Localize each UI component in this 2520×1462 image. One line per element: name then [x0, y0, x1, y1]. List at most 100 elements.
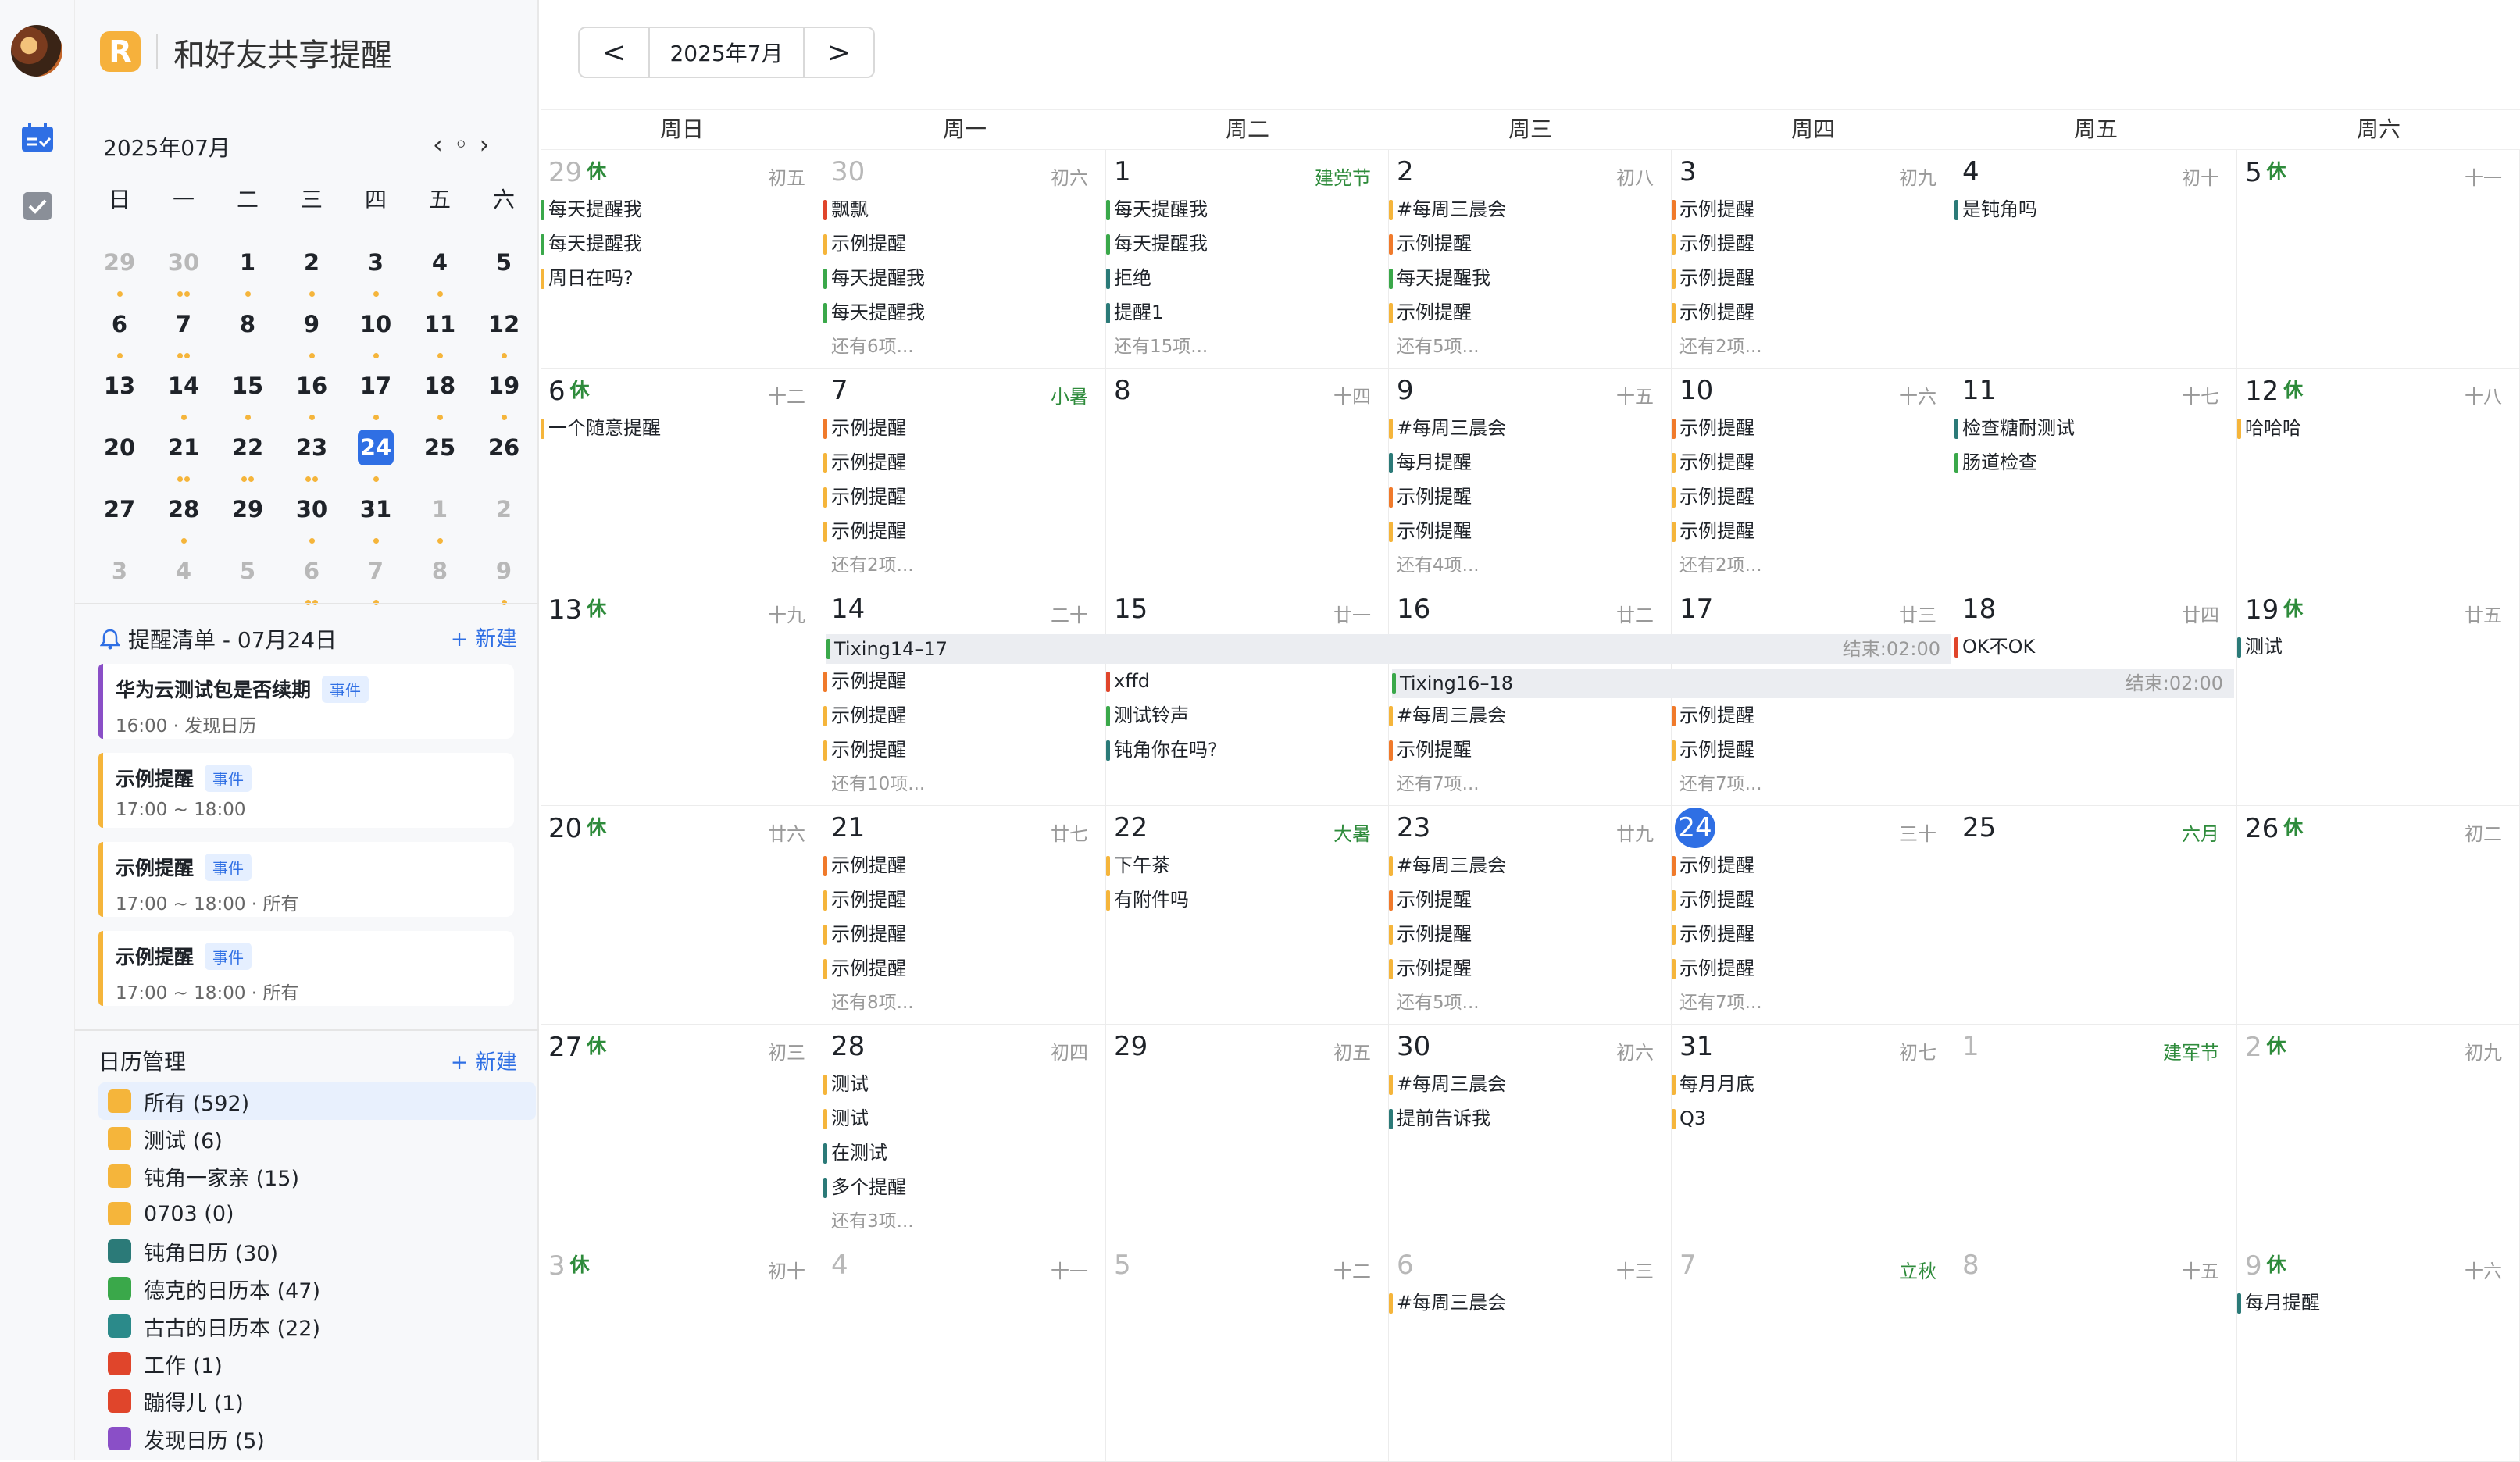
more-events-link[interactable]: 还有2项...	[1672, 330, 1949, 364]
event-item[interactable]: 示例提醒	[823, 917, 1101, 951]
day-cell[interactable]: 29 初五	[1106, 1025, 1389, 1243]
more-events-link[interactable]: 还有7项...	[1389, 767, 1666, 801]
mini-day[interactable]: 27	[87, 488, 152, 550]
event-item[interactable]: 下午茶	[1106, 848, 1383, 883]
event-item[interactable]: 示例提醒	[1672, 411, 1949, 445]
event-item[interactable]: 提醒1	[1106, 295, 1383, 330]
event-item[interactable]: 测试铃声	[1106, 698, 1383, 733]
event-item[interactable]: 示例提醒	[1389, 226, 1666, 261]
day-cell[interactable]: 14 二十 示例提醒 示例提醒 示例提醒 还有10项...	[823, 587, 1106, 805]
event-item[interactable]: 示例提醒	[1389, 951, 1666, 986]
event-item[interactable]: 提前告诉我	[1389, 1101, 1666, 1136]
calendar-item[interactable]: 钝角日历 (30)	[98, 1232, 536, 1270]
day-cell[interactable]: 20 休 廿六	[541, 806, 823, 1024]
mini-today-button[interactable]: ◦	[454, 130, 469, 159]
mini-day[interactable]: 22	[216, 426, 280, 488]
event-item[interactable]: 示例提醒	[823, 664, 1101, 698]
mini-day[interactable]: 1	[216, 241, 280, 303]
mini-day[interactable]: 25	[408, 426, 472, 488]
event-item[interactable]: 示例提醒	[823, 445, 1101, 480]
mini-day[interactable]: 23	[280, 426, 344, 488]
calendar-item[interactable]: 蹦得儿 (1)	[98, 1382, 536, 1420]
day-cell[interactable]: 3 休 初十	[541, 1243, 823, 1461]
event-item[interactable]: 示例提醒	[1389, 480, 1666, 514]
event-item[interactable]: 示例提醒	[1389, 883, 1666, 917]
event-item[interactable]: 示例提醒	[823, 883, 1101, 917]
mini-day[interactable]: 26	[472, 426, 536, 488]
day-cell[interactable]: 1 建军节	[1954, 1025, 2237, 1243]
prev-month-button[interactable]: <	[580, 28, 648, 77]
day-cell[interactable]: 30 初六 #每周三晨会 提前告诉我	[1389, 1025, 1672, 1243]
event-item[interactable]: 哈哈哈	[2237, 411, 2515, 445]
event-item[interactable]: 示例提醒	[1672, 848, 1949, 883]
more-events-link[interactable]: 还有2项...	[823, 548, 1101, 583]
mini-day[interactable]: 30	[152, 241, 216, 303]
day-cell[interactable]: 5 十二	[1106, 1243, 1389, 1461]
event-item[interactable]: 示例提醒	[1672, 192, 1949, 226]
more-events-link[interactable]: 还有6项...	[823, 330, 1101, 364]
mini-day[interactable]: 3	[344, 241, 408, 303]
event-item[interactable]: 每天提醒我	[823, 261, 1101, 295]
event-item[interactable]: 示例提醒	[823, 411, 1101, 445]
calendar-item[interactable]: 德克的日历本 (47)	[98, 1270, 536, 1307]
event-item[interactable]: 在测试	[823, 1136, 1101, 1170]
more-events-link[interactable]: 还有5项...	[1389, 986, 1666, 1020]
event-item[interactable]: 示例提醒	[1672, 733, 1949, 767]
event-item[interactable]: 每月月底	[1672, 1067, 1949, 1101]
more-events-link[interactable]: 还有10项...	[823, 767, 1101, 801]
event-item[interactable]: 一个随意提醒	[541, 411, 818, 445]
event-item[interactable]: 肠道检查	[1954, 445, 2232, 480]
day-cell[interactable]: 4 初十 是钝角吗	[1954, 150, 2237, 368]
event-item[interactable]: 每天提醒我	[1106, 226, 1383, 261]
mini-day[interactable]: 24	[344, 426, 408, 488]
day-cell[interactable]: 23 廿九 #每周三晨会 示例提醒 示例提醒 示例提醒 还有5项...	[1389, 806, 1672, 1024]
mini-day[interactable]: 14	[152, 365, 216, 426]
current-month-label[interactable]: 2025年7月	[648, 28, 805, 77]
day-cell[interactable]: 25 六月	[1954, 806, 2237, 1024]
day-cell[interactable]: 6 十三 #每周三晨会	[1389, 1243, 1672, 1461]
mini-day[interactable]: 8	[216, 303, 280, 365]
event-item[interactable]: 示例提醒	[1672, 295, 1949, 330]
mini-day[interactable]: 10	[344, 303, 408, 365]
mini-next-button[interactable]: ›	[480, 130, 490, 159]
event-item[interactable]: 每月提醒	[2237, 1285, 2515, 1320]
more-events-link[interactable]: 还有3项...	[823, 1204, 1101, 1239]
multi-day-event[interactable]: Tixing16–18 结束:02:00	[1392, 669, 2234, 698]
event-item[interactable]: 示例提醒	[1672, 514, 1949, 548]
mini-day[interactable]: 1	[408, 488, 472, 550]
event-item[interactable]: 钝角你在吗?	[1106, 733, 1383, 767]
event-item[interactable]: 示例提醒	[1672, 480, 1949, 514]
day-cell[interactable]: 9 休 十六 每月提醒	[2237, 1243, 2520, 1461]
event-item[interactable]: #每周三晨会	[1389, 698, 1666, 733]
event-item[interactable]: 每天提醒我	[1106, 192, 1383, 226]
new-reminder-button[interactable]: + 新建	[451, 622, 517, 652]
day-cell[interactable]: 26 休 初二	[2237, 806, 2520, 1024]
day-cell[interactable]: 10 十六 示例提醒 示例提醒 示例提醒 示例提醒 还有2项...	[1672, 369, 1954, 587]
mini-day[interactable]: 29	[87, 241, 152, 303]
day-cell[interactable]: 3 初九 示例提醒 示例提醒 示例提醒 示例提醒 还有2项...	[1672, 150, 1954, 368]
event-item[interactable]: 示例提醒	[823, 951, 1101, 986]
event-item[interactable]: 示例提醒	[1389, 295, 1666, 330]
event-item[interactable]: #每周三晨会	[1389, 192, 1666, 226]
mini-day[interactable]: 31	[344, 488, 408, 550]
mini-day[interactable]: 19	[472, 365, 536, 426]
day-cell[interactable]: 28 初四 测试 测试 在测试 多个提醒 还有3项...	[823, 1025, 1106, 1243]
mini-day[interactable]: 2	[472, 488, 536, 550]
more-events-link[interactable]: 还有4项...	[1389, 548, 1666, 583]
event-item[interactable]: 示例提醒	[1389, 514, 1666, 548]
mini-day[interactable]: 15	[216, 365, 280, 426]
event-item[interactable]: 示例提醒	[823, 733, 1101, 767]
event-item[interactable]: 示例提醒	[823, 848, 1101, 883]
mini-day[interactable]: 20	[87, 426, 152, 488]
event-item[interactable]: 每天提醒我	[1389, 261, 1666, 295]
event-item[interactable]: 周日在吗?	[541, 261, 818, 295]
event-item[interactable]: #每周三晨会	[1389, 411, 1666, 445]
next-month-button[interactable]: >	[805, 28, 873, 77]
day-cell[interactable]: 22 大暑 下午茶 有附件吗	[1106, 806, 1389, 1024]
event-item[interactable]: 检查糖耐测试	[1954, 411, 2232, 445]
mini-day[interactable]: 6	[87, 303, 152, 365]
day-cell[interactable]: 6 休 十二 一个随意提醒	[541, 369, 823, 587]
day-cell[interactable]: 12 休 十八 哈哈哈	[2237, 369, 2520, 587]
day-cell[interactable]: 13 休 十九	[541, 587, 823, 805]
event-item[interactable]: 测试	[823, 1101, 1101, 1136]
